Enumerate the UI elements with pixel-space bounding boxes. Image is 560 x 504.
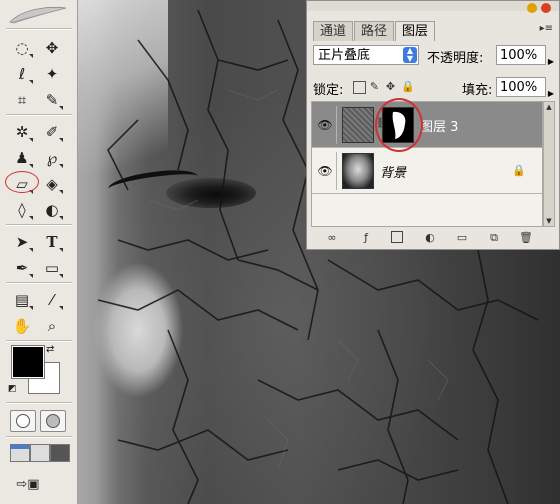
fill-value: 100% — [500, 80, 538, 95]
visibility-eye-icon[interactable]: 👁 — [314, 106, 337, 144]
layer-lock-icon: 🔒 — [512, 164, 526, 177]
jump-to-imageready-icon[interactable]: ⇨▣ — [10, 472, 46, 496]
slice-tool[interactable]: ✎ — [40, 88, 64, 112]
blend-opacity-row: 正片叠底 ▲ ▼ 不透明度: 100% ▶ — [313, 45, 554, 67]
standard-mode-button[interactable] — [10, 410, 36, 432]
layer-row-layer3[interactable]: 👁 ⛓ 图层 3 — [312, 102, 542, 148]
tab-layers[interactable]: 图层 — [395, 21, 436, 41]
paint-bucket-tool[interactable]: ◈ — [40, 172, 64, 196]
panel-bottom-bar: ∞ ƒ ◐ ▭ ⧉ 🗑 — [311, 229, 555, 247]
toolbox-separator — [6, 340, 72, 342]
lock-position-icon[interactable]: ✥ — [385, 81, 396, 92]
mask-highlight-circle — [375, 98, 423, 152]
lasso-tool[interactable]: ℓ — [10, 62, 34, 86]
select-arrows-icon: ▲ ▼ — [403, 47, 417, 63]
zoom-tool[interactable]: ⌕ — [40, 314, 64, 338]
magic-wand-tool[interactable]: ✦ — [40, 62, 64, 86]
adjustment-layer-icon[interactable]: ◐ — [423, 231, 437, 244]
add-mask-icon[interactable] — [391, 231, 403, 243]
toolbox-separator — [6, 28, 72, 30]
link-layers-icon[interactable]: ∞ — [325, 231, 339, 244]
brush-tool[interactable]: ✐ — [40, 120, 64, 144]
panel-tabs: 通道 路径 图层 — [313, 21, 436, 41]
quick-mask-mode-button[interactable] — [40, 410, 66, 432]
fill-label: 填充: — [462, 83, 493, 98]
eraser-highlight-circle — [5, 171, 39, 193]
blend-mode-select[interactable]: 正片叠底 ▲ ▼ — [313, 45, 419, 65]
visibility-eye-icon[interactable]: 👁 — [314, 152, 337, 190]
crop-tool[interactable]: ⌗ — [10, 88, 34, 112]
screen-mode-standard-icon[interactable] — [10, 444, 30, 462]
opacity-input[interactable]: 100% ▶ — [496, 45, 554, 66]
swap-colors-icon[interactable]: ⇄ — [46, 344, 54, 355]
scroll-down-icon[interactable]: ▼ — [544, 216, 554, 226]
layers-list: 👁 ⛓ 图层 3 👁 背景 🔒 — [311, 101, 543, 227]
rectangle-tool[interactable]: ▭ — [40, 256, 64, 280]
clone-stamp-tool[interactable]: ♟ — [10, 146, 34, 170]
lock-fill-row: 锁定: ✎ ✥ 🔒 填充: 100% ▶ — [313, 77, 554, 99]
default-colors-icon[interactable]: ◩ — [8, 384, 17, 394]
move-tool[interactable]: ✥ — [40, 36, 64, 60]
close-icon[interactable] — [541, 3, 551, 13]
toolbox-separator — [6, 224, 72, 226]
pen-tool[interactable]: ✒ — [10, 256, 34, 280]
scroll-up-icon[interactable]: ▲ — [544, 102, 554, 112]
opacity-slider-arrow-icon[interactable]: ▶ — [548, 52, 554, 72]
tab-channels[interactable]: 通道 — [313, 21, 354, 41]
toolbox-separator — [6, 436, 72, 438]
toolbox-separator — [6, 282, 72, 284]
toolbox-separator — [6, 402, 72, 404]
layer-thumbnail — [342, 107, 374, 143]
notes-tool[interactable]: ▤ — [10, 288, 34, 312]
layer-name: 背景 — [380, 166, 407, 181]
healing-brush-tool[interactable]: ✲ — [10, 120, 34, 144]
panel-menu-icon[interactable]: ▸≡ — [540, 23, 553, 34]
lock-label: 锁定: — [313, 83, 344, 98]
type-tool[interactable]: T — [40, 230, 64, 254]
layer-row-background[interactable]: 👁 背景 🔒 — [312, 148, 542, 194]
photoshop-feather-logo[interactable] — [4, 4, 74, 26]
layers-panel: 通道 路径 图层 ▸≡ 正片叠底 ▲ ▼ 不透明度: 100% ▶ 锁定: ✎ ✥… — [306, 0, 560, 250]
tab-paths[interactable]: 路径 — [354, 21, 395, 41]
foreground-color-swatch[interactable] — [11, 345, 45, 379]
fill-input[interactable]: 100% ▶ — [496, 77, 554, 98]
new-layer-icon[interactable]: ⧉ — [487, 231, 501, 244]
toolbox-separator — [6, 114, 72, 116]
opacity-value: 100% — [500, 48, 538, 63]
path-selection-tool[interactable]: ➤ — [10, 230, 34, 254]
screen-mode-full-icon[interactable] — [50, 444, 70, 462]
layer-style-icon[interactable]: ƒ — [359, 231, 373, 244]
screen-mode-menu-icon[interactable] — [30, 444, 50, 462]
dodge-tool[interactable]: ◐ — [40, 198, 64, 222]
opacity-label: 不透明度: — [427, 51, 484, 66]
new-group-icon[interactable]: ▭ — [455, 231, 469, 244]
hand-tool[interactable]: ✋ — [10, 314, 34, 338]
eyedropper-tool[interactable]: ⁄ — [40, 288, 64, 312]
toolbox: ◌ ✥ ℓ ✦ ⌗ ✎ ✲ ✐ ♟ ℘ ▱ ◈ ◊ ◐ ➤ T ✒ ▭ ▤ ⁄ … — [0, 0, 78, 504]
lock-transparency-icon[interactable] — [353, 81, 366, 94]
layer-name: 图层 3 — [420, 120, 459, 135]
marquee-tool[interactable]: ◌ — [10, 36, 34, 60]
blur-tool[interactable]: ◊ — [10, 198, 34, 222]
history-brush-tool[interactable]: ℘ — [40, 146, 64, 170]
panel-titlebar[interactable] — [307, 1, 559, 11]
blend-mode-value: 正片叠底 — [318, 48, 371, 63]
lock-all-icon[interactable]: 🔒 — [401, 81, 415, 92]
layers-scrollbar[interactable]: ▲ ▼ — [543, 101, 555, 227]
lock-image-icon[interactable]: ✎ — [369, 81, 380, 92]
minimize-icon[interactable] — [527, 3, 537, 13]
delete-layer-icon[interactable]: 🗑 — [519, 231, 533, 244]
layer-thumbnail — [342, 153, 374, 189]
